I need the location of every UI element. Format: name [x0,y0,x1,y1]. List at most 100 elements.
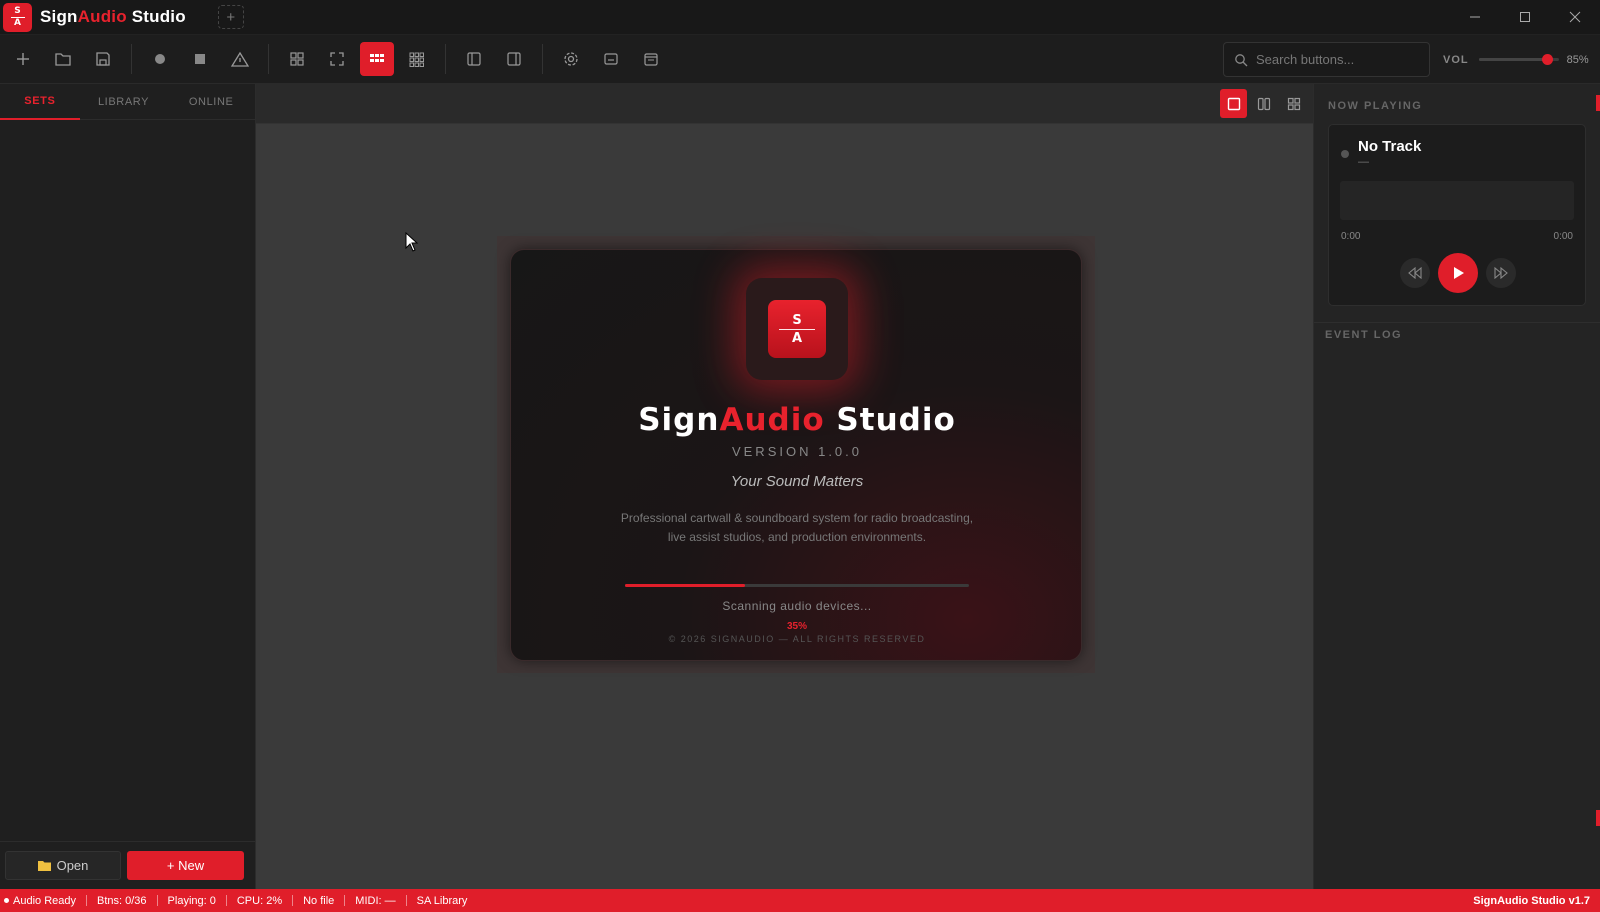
toggle-right-panel-button[interactable] [497,42,531,76]
waveform-display[interactable] [1340,181,1574,220]
toggle-left-panel-button[interactable] [457,42,491,76]
main-canvas: S A SignAudio Studio VERSION 1.0.0 Your … [256,84,1313,889]
playback-status-dot [1341,150,1349,158]
splash-logo-top: S [792,312,802,328]
folder-icon [55,53,71,66]
track-artist: — [1358,156,1369,168]
status-version: SignAudio Studio v1.7 [1473,894,1590,907]
splash-tagline: Your Sound Matters [730,473,864,490]
volume-slider-thumb[interactable] [1541,54,1553,65]
single-layout-button[interactable] [1220,89,1247,118]
right-panel: NOW PLAYING No Track — 0:00 0:00 EVENT L… [1313,84,1600,889]
split-pane-icon [1257,97,1270,110]
title-bar: S A SignAudio Studio + [0,0,1600,35]
status-bar: Audio Ready Btns: 0/36 Playing: 0 CPU: 2… [0,889,1600,912]
open-button[interactable]: Open [5,851,121,880]
volume-slider-fill [1478,58,1547,61]
add-tab-button[interactable]: + [217,5,244,29]
loading-progress-fill [625,584,746,587]
main-header [256,84,1313,124]
tab-library[interactable]: LIBRARY [80,84,168,120]
toolbar-divider [131,44,132,74]
volume-slider[interactable] [1478,54,1559,65]
stop-icon [195,54,205,64]
event-log-label: EVENT LOG [1325,329,1403,341]
tab-online[interactable]: ONLINE [167,84,255,120]
splash-screen: S A SignAudio Studio VERSION 1.0.0 Your … [510,249,1082,661]
split-layout-button[interactable] [1250,89,1277,118]
folder-icon [37,861,51,871]
stop-all-button[interactable] [183,42,217,76]
status-file: No file [303,894,335,907]
status-library[interactable]: SA Library [407,895,478,907]
new-set-button[interactable] [6,42,40,76]
play-button[interactable] [1438,253,1478,293]
dense-grid-icon [409,52,424,67]
dense-grid-button[interactable] [400,42,434,76]
loading-status: Scanning audio devices... [722,599,872,613]
new-button[interactable]: + New [127,851,244,880]
open-button-label: Open [56,858,89,873]
loading-percent: 35% [786,621,807,632]
sidebar-footer: Open + New [0,841,255,889]
open-folder-button[interactable] [46,42,80,76]
status-audio: Audio Ready [0,895,86,907]
splash-title-studio: Studio [824,402,956,438]
save-button[interactable] [86,42,120,76]
now-playing-card: No Track — 0:00 0:00 [1328,124,1586,306]
time-total: 0:00 [1553,231,1573,242]
close-icon [1569,11,1581,22]
toolbar-divider [445,44,446,74]
fast-forward-icon [1494,267,1508,279]
status-audio-text: Audio Ready [13,894,76,907]
maximize-button[interactable] [1500,0,1550,33]
window-controls [1450,0,1600,33]
volume-label: VOL [1443,53,1469,66]
splash-logo: S A [768,300,826,358]
volume-control: VOL 85% [1443,35,1589,84]
record-button[interactable] [143,42,177,76]
schedule-button[interactable] [634,42,668,76]
calendar-icon [644,53,658,66]
search-input[interactable] [1256,52,1416,67]
rewind-button[interactable] [1400,258,1430,288]
search-box [1223,42,1430,77]
cartwall-view-button[interactable] [360,42,394,76]
grid-icon [290,52,304,66]
left-panel-icon [467,52,481,66]
mini-player-icon [604,53,618,65]
splash-description-line-1: Professional cartwall & soundboard syste… [620,511,974,525]
grid-view-button[interactable] [280,42,314,76]
splash-overlay: S A SignAudio Studio VERSION 1.0.0 Your … [497,236,1095,673]
fast-forward-button[interactable] [1486,258,1516,288]
plus-icon [17,53,29,65]
mini-player-button[interactable] [594,42,628,76]
fullscreen-icon [330,52,344,66]
warning-icon [231,51,249,67]
splash-description-line-2: live assist studios, and production envi… [667,530,927,544]
now-playing-label: NOW PLAYING [1328,100,1423,112]
single-pane-icon [1227,97,1240,110]
close-button[interactable] [1550,0,1600,33]
splash-copyright: © 2026 SIGNAUDIO — ALL RIGHTS RESERVED [668,634,926,644]
status-cpu: CPU: 2% [236,894,283,907]
gear-icon [564,52,578,66]
quad-layout-button[interactable] [1280,89,1307,118]
layout-toggles [1220,89,1307,118]
edge-indicator [1596,810,1600,826]
splash-description: Professional cartwall & soundboard syste… [511,509,1083,547]
minimize-button[interactable] [1450,0,1500,33]
status-playing: Playing: 0 [167,894,216,907]
fullscreen-button[interactable] [320,42,354,76]
search-icon [1235,53,1248,66]
cartwall-icon [370,54,384,62]
app-title-audio: Audio [77,7,127,26]
tab-sets[interactable]: SETS [0,84,80,120]
toolbar-divider [268,44,269,74]
app-title-studio: Studio [126,7,186,26]
panel-divider [1314,322,1600,323]
app-title: SignAudio Studio [40,7,186,27]
settings-button[interactable] [554,42,588,76]
time-elapsed: 0:00 [1341,231,1361,242]
panic-button[interactable] [223,42,257,76]
